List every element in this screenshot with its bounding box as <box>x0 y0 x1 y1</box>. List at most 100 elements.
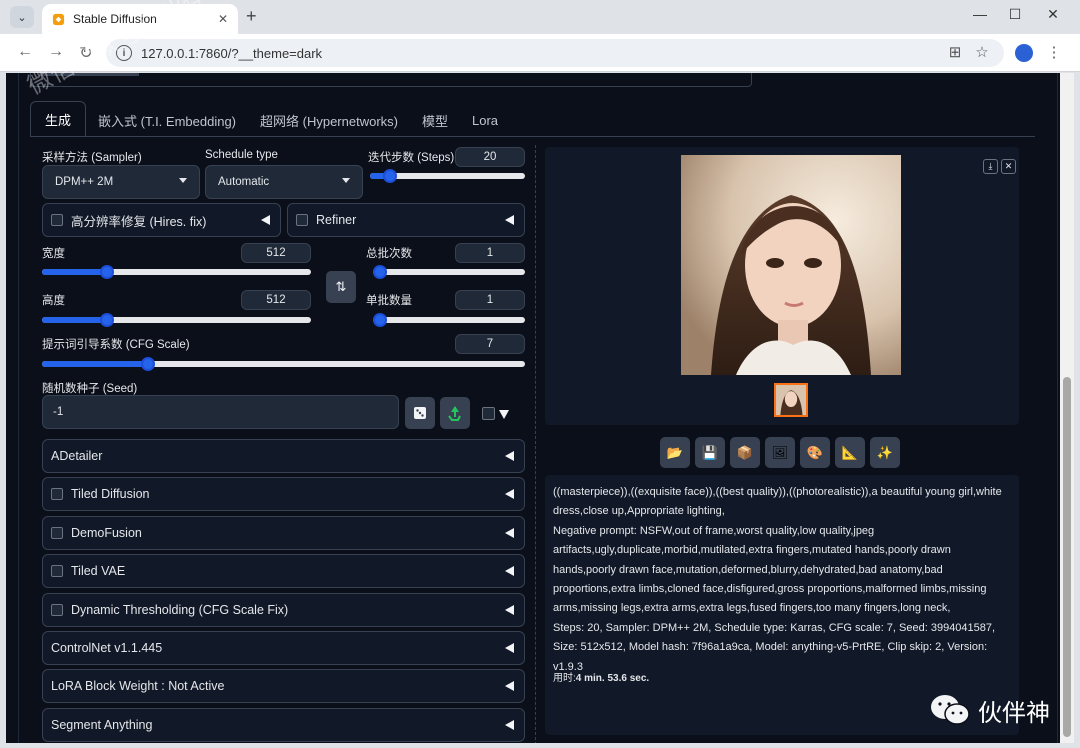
profile-avatar[interactable] <box>1015 44 1033 62</box>
back-button[interactable]: ← <box>15 43 35 61</box>
tab-search-button[interactable]: ⌄ <box>10 6 34 28</box>
collapse-arrow-icon <box>505 681 514 692</box>
generated-image[interactable] <box>681 155 901 375</box>
page-scrollbar[interactable] <box>1060 73 1074 743</box>
sampler-value: DPM++ 2M <box>55 176 114 188</box>
accordion-checkbox[interactable] <box>51 565 63 578</box>
minimize-button[interactable]: — <box>970 6 990 22</box>
hires-fix-accordion[interactable]: 高分辨率修复 (Hires. fix) <box>42 203 281 237</box>
main-tabs: 生成 嵌入式 (T.I. Embedding) 超网络 (Hypernetwor… <box>30 101 510 137</box>
close-gallery-icon[interactable]: ✕ <box>1001 159 1016 174</box>
wechat-icon <box>931 695 970 725</box>
expand-arrow-icon[interactable] <box>499 410 509 419</box>
accordion-checkbox[interactable] <box>51 526 63 539</box>
accordion-segment-anything[interactable]: Segment Anything <box>42 707 525 742</box>
extra-seed-checkbox[interactable] <box>482 407 495 420</box>
accordion-controlnet-v1-1-445[interactable]: ControlNet v1.1.445 <box>42 631 525 665</box>
height-slider[interactable] <box>42 313 311 327</box>
tab-divider <box>30 136 1035 137</box>
sampler-dropdown[interactable]: DPM++ 2M <box>42 165 200 199</box>
width-slider[interactable] <box>42 265 311 279</box>
timing-text: 用时:4 min. 53.6 sec. <box>553 669 649 684</box>
prompt-text: ((masterpiece)),((exquisite face)),((bes… <box>553 486 1002 518</box>
random-seed-button[interactable] <box>405 397 435 429</box>
collapse-arrow-icon <box>505 215 514 225</box>
collapse-arrow-icon <box>505 527 514 538</box>
browser-toolbar: ← → ↻ i 127.0.0.1:7860/?__theme=dark ⊞ ☆… <box>0 34 1080 72</box>
swap-dimensions-button[interactable]: ⇅ <box>326 271 356 303</box>
tab-hypernetworks[interactable]: 超网络 (Hypernetworks) <box>248 103 410 137</box>
cfg-label: 提示词引导系数 (CFG Scale) <box>42 339 190 351</box>
accordion-demofusion[interactable]: DemoFusion <box>42 515 525 550</box>
accordion-checkbox[interactable] <box>51 603 63 616</box>
tab-generate[interactable]: 生成 <box>30 101 87 137</box>
steps-label: 迭代步数 (Steps) <box>368 152 455 164</box>
schedule-dropdown[interactable]: Automatic <box>205 165 363 199</box>
image-icon: 🖼 <box>771 444 789 460</box>
batch-count-input[interactable]: 1 <box>455 243 525 263</box>
zip-button[interactable]: 📦 <box>730 437 760 468</box>
window-close-button[interactable]: ✕ <box>1043 6 1063 23</box>
ruler-triangle-icon: 📐 <box>841 444 859 460</box>
accordion-tiled-diffusion[interactable]: Tiled Diffusion <box>42 477 525 512</box>
steps-slider[interactable] <box>370 169 525 183</box>
accordion-adetailer[interactable]: ADetailer <box>42 439 525 473</box>
bookmark-star-icon[interactable]: ☆ <box>972 43 992 61</box>
maximize-button[interactable]: ☐ <box>1005 6 1025 23</box>
send-to-inpaint-button[interactable]: 🎨 <box>800 437 830 468</box>
chevron-down-icon <box>342 178 350 183</box>
cfg-slider[interactable] <box>42 357 525 371</box>
collapse-arrow-icon <box>505 643 514 653</box>
batch-size-slider[interactable] <box>373 313 525 327</box>
width-input[interactable]: 512 <box>241 243 311 263</box>
refiner-accordion[interactable]: Refiner <box>287 203 525 237</box>
open-folder-button[interactable]: 📂 <box>660 437 690 468</box>
accordion-dynamic-thresholding-cfg-scale-fix[interactable]: Dynamic Thresholding (CFG Scale Fix) <box>42 592 525 627</box>
chevron-down-icon <box>179 178 187 183</box>
tab-close-icon[interactable]: ✕ <box>218 12 228 26</box>
tab-lora[interactable]: Lora <box>460 103 510 137</box>
send-to-img2img-button[interactable]: 🖼 <box>765 437 795 468</box>
reuse-seed-button[interactable] <box>440 397 470 429</box>
accordion-tiled-vae[interactable]: Tiled VAE <box>42 554 525 589</box>
send-to-extras-button[interactable]: 📐 <box>835 437 865 468</box>
batch-size-label: 单批数量 <box>366 295 412 307</box>
tab-models[interactable]: 模型 <box>410 103 460 137</box>
address-bar[interactable]: i 127.0.0.1:7860/?__theme=dark <box>106 39 1004 67</box>
batch-size-input[interactable]: 1 <box>455 290 525 310</box>
accordion-lora-block-weight-not-active[interactable]: LoRA Block Weight : Not Active <box>42 669 525 704</box>
accordion-label: LoRA Block Weight : Not Active <box>51 679 225 694</box>
batch-count-label: 总批次数 <box>366 248 412 260</box>
cfg-input[interactable]: 7 <box>455 334 525 354</box>
watermark-logo: 伙伴神 <box>928 692 1050 728</box>
width-label: 宽度 <box>42 248 65 260</box>
accordion-label: ControlNet v1.1.445 <box>51 641 163 655</box>
url-text: 127.0.0.1:7860/?__theme=dark <box>141 45 323 61</box>
translate-icon[interactable]: ⊞ <box>945 43 965 61</box>
archive-icon: 📦 <box>736 444 754 460</box>
save-button[interactable]: 💾 <box>695 437 725 468</box>
height-input[interactable]: 512 <box>241 290 311 310</box>
scrollbar-thumb[interactable] <box>1063 377 1071 737</box>
image-actions-toolbar: 📂 💾 📦 🖼 🎨 📐 ✨ <box>660 437 900 468</box>
collapse-arrow-icon <box>261 215 270 225</box>
seed-input[interactable]: -1 <box>42 395 399 429</box>
refiner-checkbox[interactable] <box>296 214 308 226</box>
collapse-arrow-icon <box>505 566 514 577</box>
upscale-button[interactable]: ✨ <box>870 437 900 468</box>
gallery-thumbnail[interactable] <box>774 383 808 417</box>
steps-input[interactable]: 20 <box>455 147 525 167</box>
collapse-arrow-icon <box>505 451 514 461</box>
download-icon[interactable]: ⤓ <box>983 159 998 174</box>
tab-embedding[interactable]: 嵌入式 (T.I. Embedding) <box>86 103 248 137</box>
prompt-area-bottom <box>30 73 752 87</box>
accordion-checkbox[interactable] <box>51 488 63 501</box>
accordion-label: Tiled Diffusion <box>71 487 150 502</box>
accordion-label: Dynamic Thresholding (CFG Scale Fix) <box>71 602 289 617</box>
hires-fix-checkbox[interactable] <box>51 214 63 226</box>
batch-count-slider[interactable] <box>373 265 525 279</box>
sampler-label: 采样方法 (Sampler) <box>42 152 142 164</box>
browser-menu-icon[interactable]: ⋮ <box>1044 43 1064 61</box>
accordion-label: ADetailer <box>51 449 103 463</box>
new-tab-button[interactable]: + <box>246 6 257 27</box>
